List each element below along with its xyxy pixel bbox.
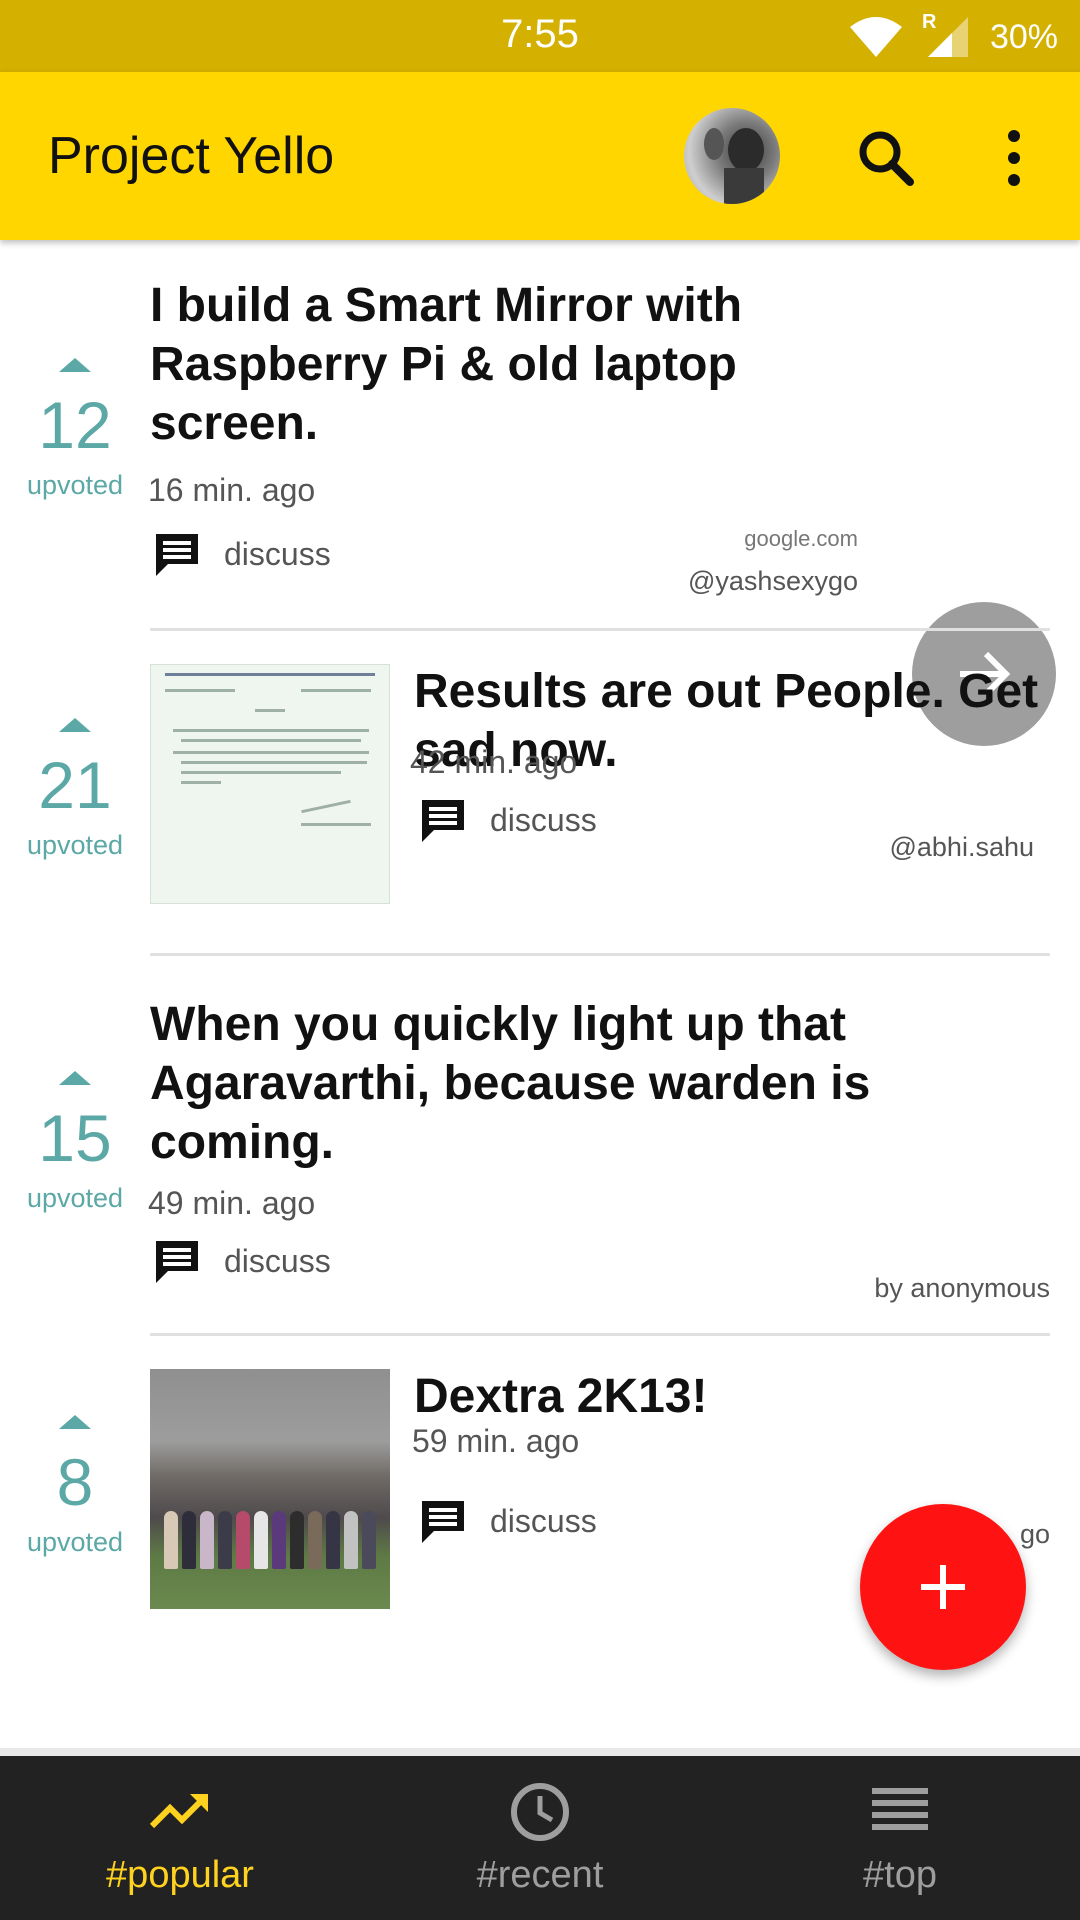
app-title: Project Yello (48, 127, 335, 185)
comment-icon (422, 1501, 464, 1543)
post-time: 49 min. ago (148, 1185, 316, 1221)
trending-up-icon (149, 1794, 208, 1829)
post-title[interactable]: I build a Smart Mirror with Raspberry Pi… (150, 276, 790, 453)
discuss-button[interactable]: discuss (418, 796, 597, 844)
discuss-button[interactable]: discuss (152, 1237, 331, 1285)
comment-icon (156, 534, 198, 576)
avatar-photo-icon (704, 128, 764, 204)
discuss-label: discuss (490, 801, 597, 838)
avatar[interactable] (684, 108, 780, 204)
nav-item-popular[interactable]: #popular (0, 1756, 360, 1920)
discuss-label: discuss (224, 1242, 331, 1279)
vote-block: 12 upvoted (18, 358, 132, 501)
post-thumbnail[interactable] (150, 664, 390, 904)
comment-icon (156, 1241, 198, 1283)
plus-icon (921, 1565, 965, 1609)
clock-icon (511, 1783, 569, 1841)
vote-count: 15 (38, 1101, 112, 1175)
vote-count: 21 (38, 748, 112, 822)
post-title[interactable]: Dextra 2K13! (414, 1367, 1054, 1426)
post-item[interactable]: 15 upvoted When you quickly light up tha… (0, 957, 1080, 1337)
post-item[interactable]: 21 upvoted Results are out People. Get s… (0, 632, 1080, 957)
post-time: 42 min. ago (410, 744, 578, 780)
post-item[interactable]: 12 upvoted I build a Smart Mirror with R… (0, 240, 1080, 632)
vote-label: upvoted (26, 470, 124, 500)
status-icons: R 30% (848, 11, 1058, 60)
status-bar: 7:55 R 30% (0, 0, 1080, 72)
nav-item-top[interactable]: #top (720, 1756, 1080, 1920)
more-vert-icon (1008, 130, 1020, 186)
post-source[interactable]: google.com (600, 526, 858, 552)
vote-count: 12 (38, 388, 112, 462)
post-author[interactable]: @abhi.sahu (700, 832, 1034, 863)
post-divider (150, 953, 1050, 956)
bottom-navigation: #popular #recent #top (0, 1748, 1080, 1920)
battery-percent: 30% (989, 17, 1058, 56)
vote-label: upvoted (26, 830, 124, 860)
network-type-label: R (921, 11, 937, 33)
upvote-arrow-icon[interactable] (59, 1071, 91, 1085)
vote-count: 8 (56, 1445, 94, 1519)
vote-label: upvoted (26, 1183, 124, 1213)
nav-item-recent[interactable]: #recent (360, 1756, 720, 1920)
post-time: 16 min. ago (148, 472, 316, 508)
vote-label: upvoted (26, 1527, 124, 1557)
post-author[interactable]: @yashsexygo (560, 566, 858, 597)
post-divider (150, 628, 1050, 631)
upvote-arrow-icon[interactable] (59, 1415, 91, 1429)
vote-block: 15 upvoted (18, 1071, 132, 1214)
vote-block: 21 upvoted (18, 718, 132, 861)
nav-label: #popular (106, 1854, 254, 1896)
discuss-button[interactable]: discuss (152, 530, 331, 578)
discuss-label: discuss (224, 535, 331, 572)
comment-icon (422, 800, 464, 842)
add-post-button[interactable] (860, 1504, 1026, 1670)
post-time: 59 min. ago (412, 1423, 580, 1459)
post-divider (150, 1333, 1050, 1336)
search-icon (859, 131, 914, 186)
post-author[interactable]: by anonymous (700, 1273, 1050, 1304)
post-title[interactable]: When you quickly light up that Agaravart… (150, 995, 930, 1172)
discuss-button[interactable]: discuss (418, 1497, 597, 1545)
post-thumbnail[interactable] (150, 1369, 390, 1609)
upvote-arrow-icon[interactable] (59, 718, 91, 732)
upvote-arrow-icon[interactable] (59, 358, 91, 372)
nav-label: #recent (476, 1854, 604, 1896)
discuss-label: discuss (490, 1502, 597, 1539)
nav-label: #top (863, 1854, 937, 1896)
wifi-icon (849, 17, 902, 57)
search-button[interactable] (854, 126, 918, 190)
cell-signal: R (922, 11, 972, 59)
app-bar: Project Yello (0, 72, 1080, 240)
list-icon (872, 1788, 928, 1830)
vote-block: 8 upvoted (18, 1415, 132, 1558)
more-options-button[interactable] (990, 126, 1038, 190)
